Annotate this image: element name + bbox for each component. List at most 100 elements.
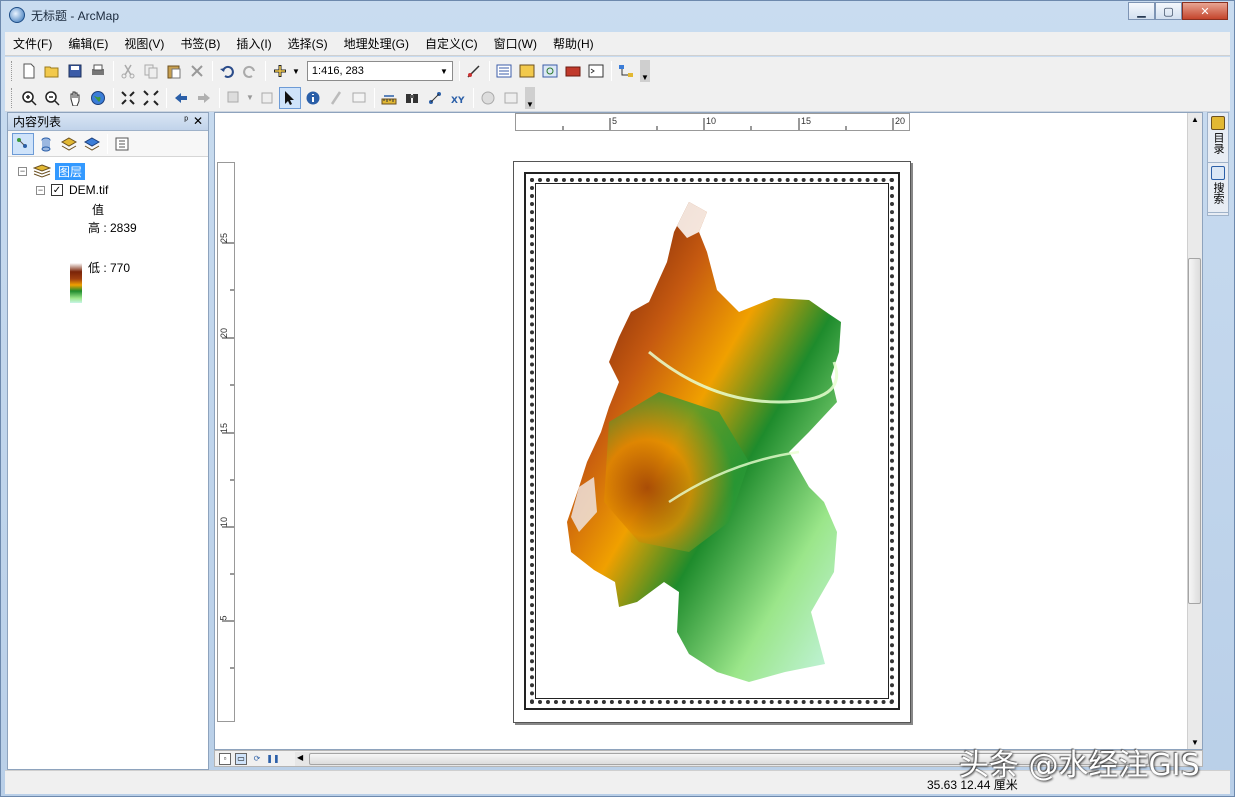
- select-dropdown-icon[interactable]: ▼: [246, 93, 254, 102]
- catalog-window-icon[interactable]: [516, 60, 538, 82]
- menu-insert[interactable]: 插入(I): [228, 34, 279, 54]
- paste-icon[interactable]: [163, 60, 185, 82]
- layer-visibility-checkbox[interactable]: ✓: [51, 184, 63, 196]
- toolbar-separator: [472, 87, 474, 108]
- collapse-layer-icon[interactable]: −: [36, 185, 45, 195]
- fixed-zoom-in-icon[interactable]: [117, 87, 139, 109]
- toc-title: 内容列表: [13, 115, 62, 129]
- minimize-button[interactable]: ▁: [1128, 2, 1155, 20]
- measure-icon[interactable]: [378, 87, 400, 109]
- vertical-ruler-ticks: [222, 242, 234, 669]
- zoom-out-icon[interactable]: [41, 87, 63, 109]
- select-features-icon[interactable]: [223, 87, 245, 109]
- editor-toolbar-icon[interactable]: [463, 60, 485, 82]
- list-by-visibility-icon[interactable]: [58, 133, 80, 155]
- go-to-xy-icon[interactable]: XY: [447, 87, 469, 109]
- data-view-icon[interactable]: ▫: [219, 752, 231, 765]
- add-data-icon[interactable]: [269, 60, 291, 82]
- toolbar-separator: [265, 61, 266, 81]
- layer-name[interactable]: DEM.tif: [69, 183, 108, 197]
- legend-high-row: 高 : 2839: [88, 218, 137, 236]
- svg-text:XY: XY: [451, 96, 465, 106]
- fixed-zoom-out-icon[interactable]: [140, 87, 162, 109]
- copy-icon[interactable]: [140, 60, 162, 82]
- scroll-up-icon[interactable]: ▲: [1191, 115, 1199, 124]
- python-window-icon[interactable]: [585, 60, 607, 82]
- pan-hand-icon[interactable]: [64, 87, 86, 109]
- menu-bar: 文件(F) 编辑(E) 视图(V) 书签(B) 插入(I) 选择(S) 地理处理…: [5, 32, 1230, 56]
- scroll-left-icon[interactable]: ◀: [297, 753, 303, 762]
- catalog-tab[interactable]: 目录: [1208, 113, 1228, 163]
- menu-selection[interactable]: 选择(S): [280, 34, 336, 54]
- html-popup-icon[interactable]: [348, 87, 370, 109]
- menu-windows[interactable]: 窗口(W): [486, 34, 545, 54]
- layers-label[interactable]: 图层: [55, 162, 86, 180]
- toc-options-icon[interactable]: [111, 133, 133, 155]
- menu-view[interactable]: 视图(V): [116, 34, 172, 54]
- search-window-icon[interactable]: [539, 60, 561, 82]
- toolbar-separator: [113, 61, 114, 81]
- toolbar-separator: [212, 61, 213, 81]
- layers-stack-icon: [33, 164, 51, 178]
- find-route-icon[interactable]: [424, 87, 446, 109]
- open-folder-icon[interactable]: [41, 60, 63, 82]
- zoom-in-icon[interactable]: [18, 87, 40, 109]
- collapse-layers-icon[interactable]: −: [18, 166, 27, 176]
- vertical-scroll-thumb[interactable]: [1188, 258, 1201, 604]
- toc-window-icon[interactable]: [493, 60, 515, 82]
- layout-page[interactable]: [513, 161, 911, 723]
- new-document-icon[interactable]: [18, 60, 40, 82]
- menu-edit[interactable]: 编辑(E): [60, 34, 116, 54]
- maximize-button[interactable]: ▢: [1155, 2, 1182, 20]
- modelbuilder-icon[interactable]: [615, 60, 637, 82]
- color-ramp-swatch[interactable]: [70, 263, 82, 303]
- search-tab[interactable]: 搜索: [1208, 163, 1228, 213]
- list-by-source-icon[interactable]: [35, 133, 57, 155]
- cut-icon[interactable]: [117, 60, 139, 82]
- standard-toolbar: ▼ 1:416, 283 ▼ ▼: [5, 57, 1230, 85]
- list-by-selection-icon[interactable]: [81, 133, 103, 155]
- arcmap-app-icon: [9, 7, 25, 23]
- menu-bookmarks[interactable]: 书签(B): [172, 34, 228, 54]
- find-binoculars-icon[interactable]: [401, 87, 423, 109]
- toolbar-overflow-icon[interactable]: ▼: [524, 86, 535, 109]
- toc-close-icon[interactable]: ✕: [193, 114, 203, 128]
- identify-icon[interactable]: [302, 87, 324, 109]
- layout-view[interactable]: 5 10 15 20 25 20 15 10 5 ▲ ▼: [214, 112, 1203, 750]
- list-by-drawing-order-icon[interactable]: [12, 132, 34, 155]
- back-extent-icon[interactable]: [170, 87, 192, 109]
- toolbar-overflow-icon[interactable]: ▼: [639, 60, 650, 82]
- close-button[interactable]: ✕: [1182, 2, 1228, 20]
- toolbar-separator: [373, 87, 375, 108]
- layers-group-row[interactable]: − 图层: [18, 162, 86, 180]
- map-scale-combobox[interactable]: 1:416, 283 ▼: [306, 61, 453, 81]
- layer-row-dem[interactable]: − ✓ DEM.tif: [36, 181, 108, 199]
- hyperlink-icon[interactable]: [325, 87, 347, 109]
- toolbar-grip[interactable]: [11, 87, 14, 108]
- vertical-scrollbar[interactable]: ▲ ▼: [1187, 113, 1202, 749]
- dem-raster-map[interactable]: [549, 202, 869, 692]
- delete-icon[interactable]: [186, 60, 208, 82]
- save-icon[interactable]: [64, 60, 86, 82]
- clear-selection-icon[interactable]: [256, 87, 278, 109]
- menu-geoprocessing[interactable]: 地理处理(G): [336, 34, 417, 54]
- menu-help[interactable]: 帮助(H): [545, 34, 602, 54]
- full-extent-globe-icon[interactable]: [87, 87, 109, 109]
- print-icon[interactable]: [87, 60, 109, 82]
- add-data-dropdown-icon[interactable]: ▼: [292, 67, 300, 76]
- pause-drawing-icon[interactable]: ❚❚: [266, 753, 279, 765]
- refresh-icon[interactable]: ⟳: [251, 753, 263, 765]
- legend-title: 值: [92, 202, 105, 217]
- pin-icon[interactable]: ᵖ: [184, 115, 188, 126]
- time-slider-icon[interactable]: [477, 87, 499, 109]
- viewer-window-icon[interactable]: [500, 87, 522, 109]
- layout-view-icon[interactable]: ▭: [235, 752, 247, 765]
- menu-customize[interactable]: 自定义(C): [417, 34, 486, 54]
- menu-file[interactable]: 文件(F): [5, 34, 60, 54]
- undo-icon[interactable]: [216, 60, 238, 82]
- toolbar-grip[interactable]: [11, 61, 14, 81]
- select-elements-icon[interactable]: [278, 86, 301, 109]
- redo-icon[interactable]: [239, 60, 261, 82]
- arctoolbox-icon[interactable]: [562, 60, 584, 82]
- forward-extent-icon[interactable]: [193, 87, 215, 109]
